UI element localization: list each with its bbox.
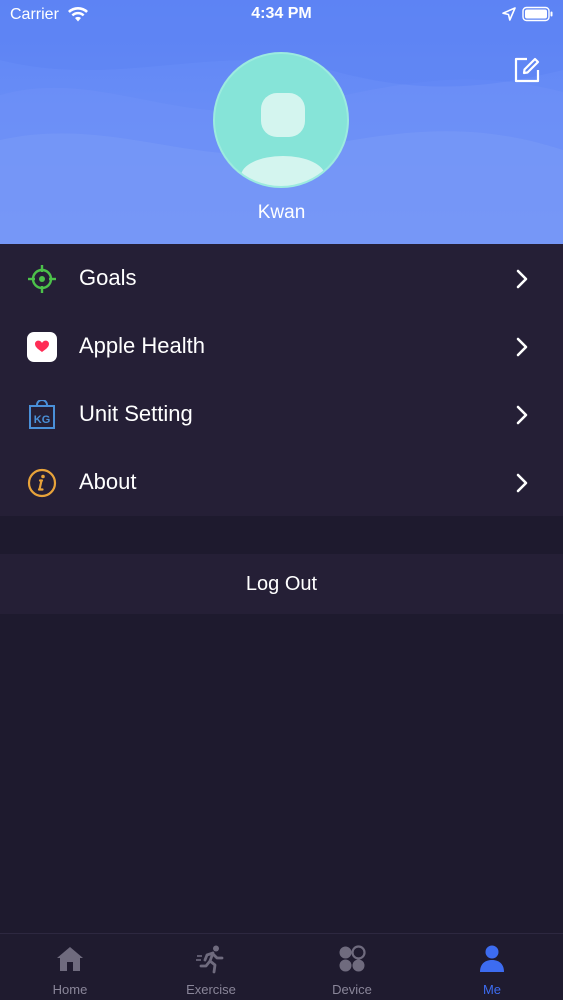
menu-item-label: Unit Setting [79,401,193,426]
logout-label: Log Out [245,573,318,595]
tab-label: Me [482,982,502,997]
menu-item-label: About [79,469,137,494]
settings-menu: Goals Apple Health KG Unit Setting About [0,244,563,516]
tab-label: Home [52,982,88,997]
tab-label: Exercise [186,982,236,997]
chevron-right-icon [516,337,528,357]
battery-icon [522,6,553,22]
menu-item-label: Goals [79,265,137,290]
info-icon [27,468,57,498]
scale-kg-icon: KG [29,400,55,429]
chevron-right-icon [516,473,528,493]
status-bar: Carrier 4:34 PM [0,0,563,30]
heart-icon [27,332,57,362]
logout-button[interactable]: Log Out [0,554,563,614]
tab-home[interactable]: Home [0,934,140,1000]
home-icon [57,947,83,971]
target-icon [28,265,56,293]
tab-device[interactable]: Device [282,934,422,1000]
device-icon [339,945,366,972]
me-screen: Carrier 4:34 PM Kwan Goals Apple Health … [0,0,563,1000]
person-icon [480,945,504,972]
runner-icon [196,945,224,974]
chevron-right-icon [516,405,528,425]
chevron-right-icon [516,269,528,289]
edit-profile-icon[interactable] [513,56,541,84]
tab-label: Device [332,982,372,997]
svg-text:KG: KG [34,414,51,426]
menu-item-unit-setting[interactable]: KG Unit Setting [0,380,563,448]
location-arrow-icon [502,7,516,21]
avatar[interactable] [213,52,349,188]
clock: 4:34 PM [251,5,312,22]
username: Kwan [257,202,306,223]
tab-bar: Home Exercise Device Me [0,933,563,1000]
tab-me[interactable]: Me [422,934,562,1000]
menu-item-about[interactable]: About [0,448,563,516]
menu-item-label: Apple Health [79,333,205,358]
menu-item-goals[interactable]: Goals [0,244,563,312]
profile-header: Carrier 4:34 PM Kwan [0,0,563,244]
tab-exercise[interactable]: Exercise [141,934,281,1000]
menu-item-apple-health[interactable]: Apple Health [0,312,563,380]
person-icon [241,93,325,186]
